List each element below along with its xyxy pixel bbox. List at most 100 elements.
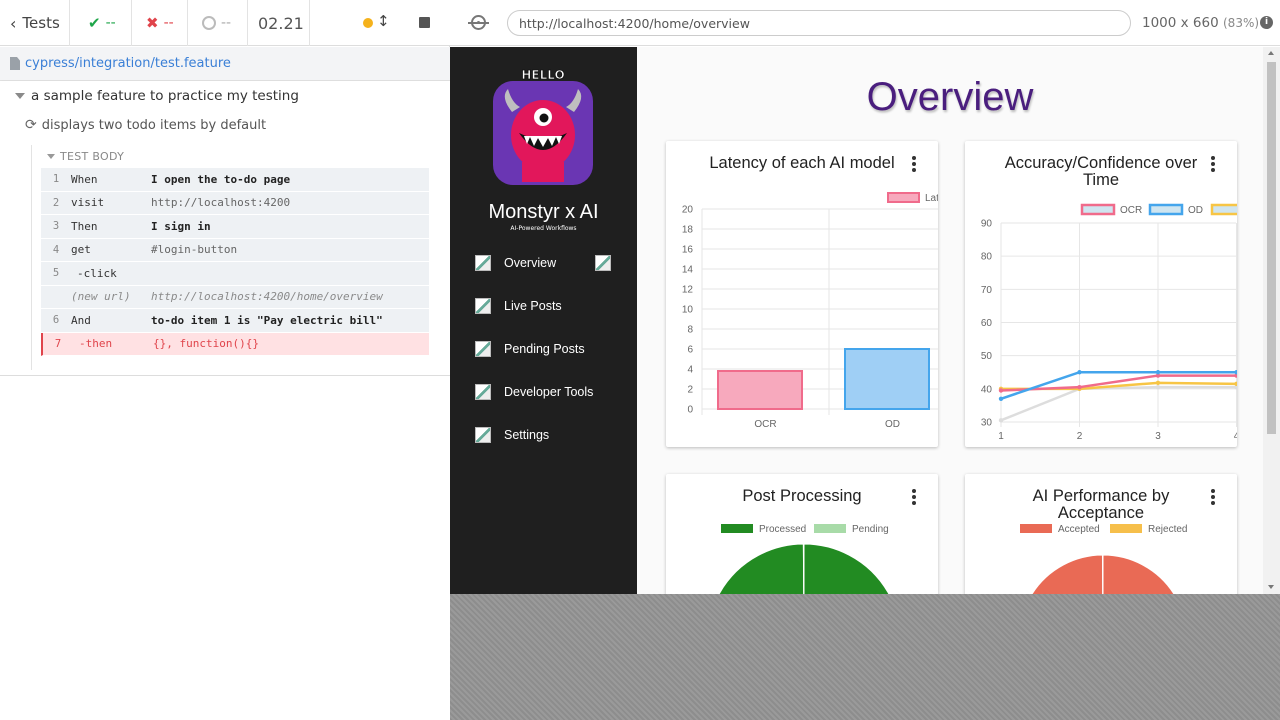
command-name: -click bbox=[77, 266, 117, 280]
ai-performance-card: AI Performance by Acceptance Accepted Rej… bbox=[965, 474, 1237, 594]
app-under-test: HELLO Monstyr x AI AI-Powered Workflows … bbox=[450, 47, 1280, 594]
scroll-up-icon[interactable] bbox=[1268, 51, 1274, 55]
spec-file-link[interactable]: cypress/integration/test.feature bbox=[25, 56, 231, 71]
data-point bbox=[1077, 384, 1082, 390]
file-icon bbox=[10, 57, 20, 70]
broken-image-icon bbox=[475, 298, 491, 314]
x-tick-label: OCR bbox=[754, 419, 776, 430]
broken-image-icon bbox=[595, 255, 611, 271]
command-row[interactable]: 4 get #login-button bbox=[41, 238, 429, 262]
command-row[interactable]: 3 Then I sign in bbox=[41, 215, 429, 239]
viewport-info[interactable]: 1000 x 660 (83%) bbox=[1142, 15, 1259, 31]
command-number: 7 bbox=[54, 337, 62, 350]
legend-label: Pending bbox=[852, 524, 889, 535]
monster-logo-icon: HELLO bbox=[493, 68, 593, 185]
nav-item-live-posts[interactable]: Live Posts bbox=[475, 298, 562, 314]
data-point bbox=[998, 388, 1004, 393]
duration: 02.21 bbox=[248, 0, 310, 46]
nav-item-settings[interactable]: Settings bbox=[475, 427, 549, 443]
y-tick-label: 12 bbox=[682, 285, 694, 296]
data-point bbox=[998, 418, 1004, 423]
legend-swatch bbox=[1110, 524, 1142, 533]
command-number: 4 bbox=[52, 243, 60, 256]
stop-icon[interactable] bbox=[419, 17, 430, 28]
scrollbar-thumb[interactable] bbox=[1267, 62, 1276, 434]
command-row[interactable]: 1 When I open the to-do page bbox=[41, 168, 429, 192]
app-main: Overview Latency of each AI model 024681… bbox=[637, 47, 1263, 594]
url-text: http://localhost:4200/home/overview bbox=[519, 15, 750, 31]
legend-swatch bbox=[721, 524, 753, 533]
caret-down-icon bbox=[15, 93, 25, 99]
y-tick-label: 60 bbox=[981, 318, 993, 329]
command-row[interactable]: (new url) http://localhost:4200/home/ove… bbox=[41, 285, 429, 309]
series-line bbox=[1000, 385, 1237, 422]
legend-label: Accepted bbox=[1058, 524, 1100, 535]
auto-scroll-icon[interactable]: ↕ bbox=[377, 12, 390, 30]
command-name: (new url) bbox=[71, 290, 131, 304]
legend-swatch bbox=[887, 192, 920, 203]
y-tick-label: 16 bbox=[682, 245, 694, 256]
y-tick-label: 90 bbox=[981, 219, 993, 230]
nav-item-pending-posts[interactable]: Pending Posts bbox=[475, 341, 585, 357]
info-icon[interactable]: i bbox=[1260, 16, 1273, 29]
command-message: I sign in bbox=[151, 219, 211, 233]
y-tick-label: 40 bbox=[981, 384, 993, 395]
viewport-size: 1000 x 660 bbox=[1142, 15, 1219, 31]
nav-item-overview[interactable]: Overview bbox=[475, 255, 556, 271]
command-row[interactable]: 2 visit http://localhost:4200 bbox=[41, 191, 429, 215]
data-point bbox=[1234, 370, 1237, 375]
y-tick-label: 70 bbox=[981, 285, 993, 296]
bar bbox=[844, 348, 930, 410]
test-body-toggle[interactable]: TEST BODY bbox=[47, 150, 124, 163]
broken-image-icon bbox=[475, 384, 491, 400]
command-name: get bbox=[71, 243, 91, 257]
command-number: 5 bbox=[52, 267, 60, 280]
y-tick-label: 20 bbox=[682, 205, 694, 216]
command-row-failed[interactable]: 7 -then {}, function(){} bbox=[41, 332, 429, 356]
data-point bbox=[1155, 380, 1161, 386]
y-tick-label: 0 bbox=[687, 405, 693, 416]
pending-count: -- bbox=[221, 15, 232, 31]
ai-performance-chart: Accepted Rejected bbox=[1020, 524, 1187, 594]
selector-playground-icon[interactable] bbox=[468, 15, 489, 30]
test-title-text: displays two todo items by default bbox=[41, 117, 267, 133]
scroll-down-icon[interactable] bbox=[1268, 585, 1274, 589]
data-point bbox=[998, 396, 1004, 401]
app-scrollbar[interactable] bbox=[1263, 47, 1280, 594]
command-message: {}, function(){} bbox=[153, 337, 259, 351]
y-tick-label: 2 bbox=[687, 385, 693, 396]
runnables-list: a sample feature to practice my testing … bbox=[0, 81, 450, 376]
command-number: 6 bbox=[52, 314, 60, 327]
nav-item-developer-tools[interactable]: Developer Tools bbox=[475, 384, 593, 400]
y-tick-label: 30 bbox=[981, 418, 993, 429]
command-row[interactable]: 6 And to-do item 1 is "Pay electric bill… bbox=[41, 309, 429, 333]
broken-image-icon bbox=[475, 427, 491, 443]
passed-count: -- bbox=[105, 15, 116, 31]
aut-empty-area bbox=[450, 594, 1280, 720]
y-tick-label: 6 bbox=[687, 345, 693, 356]
command-name: visit bbox=[71, 196, 105, 210]
command-number: 1 bbox=[52, 173, 60, 186]
command-message: http://localhost:4200 bbox=[151, 196, 291, 210]
test-title[interactable]: ⟳ displays two todo items by default bbox=[25, 117, 266, 133]
legend-label: Rejected bbox=[1148, 524, 1187, 535]
command-message: to-do item 1 is "Pay electric bill" bbox=[151, 313, 383, 327]
duration-value: 02.21 bbox=[258, 13, 304, 33]
legend-label: Processed bbox=[759, 524, 806, 535]
legend-swatch bbox=[1080, 203, 1116, 216]
data-point bbox=[1155, 384, 1161, 390]
x-icon: ✖ bbox=[146, 14, 159, 32]
url-bar[interactable]: http://localhost:4200/home/overview bbox=[507, 10, 1131, 36]
command-row[interactable]: 5 -click bbox=[41, 262, 429, 286]
command-message: I open the to-do page bbox=[151, 172, 291, 186]
y-tick-label: 8 bbox=[687, 325, 693, 336]
y-tick-label: 80 bbox=[981, 252, 993, 263]
tests-button[interactable]: ‹ Tests bbox=[0, 0, 70, 46]
legend-swatch bbox=[1020, 524, 1052, 533]
reporter-header: ‹ Tests ✔ -- ✖ -- -- 02.21 ↕ bbox=[0, 0, 450, 46]
data-point bbox=[1234, 381, 1237, 387]
y-tick-label: 4 bbox=[687, 365, 693, 376]
nav-item-label: Developer Tools bbox=[504, 385, 594, 399]
legend-label: OCR bbox=[1120, 205, 1142, 216]
suite-title[interactable]: a sample feature to practice my testing bbox=[15, 88, 299, 104]
